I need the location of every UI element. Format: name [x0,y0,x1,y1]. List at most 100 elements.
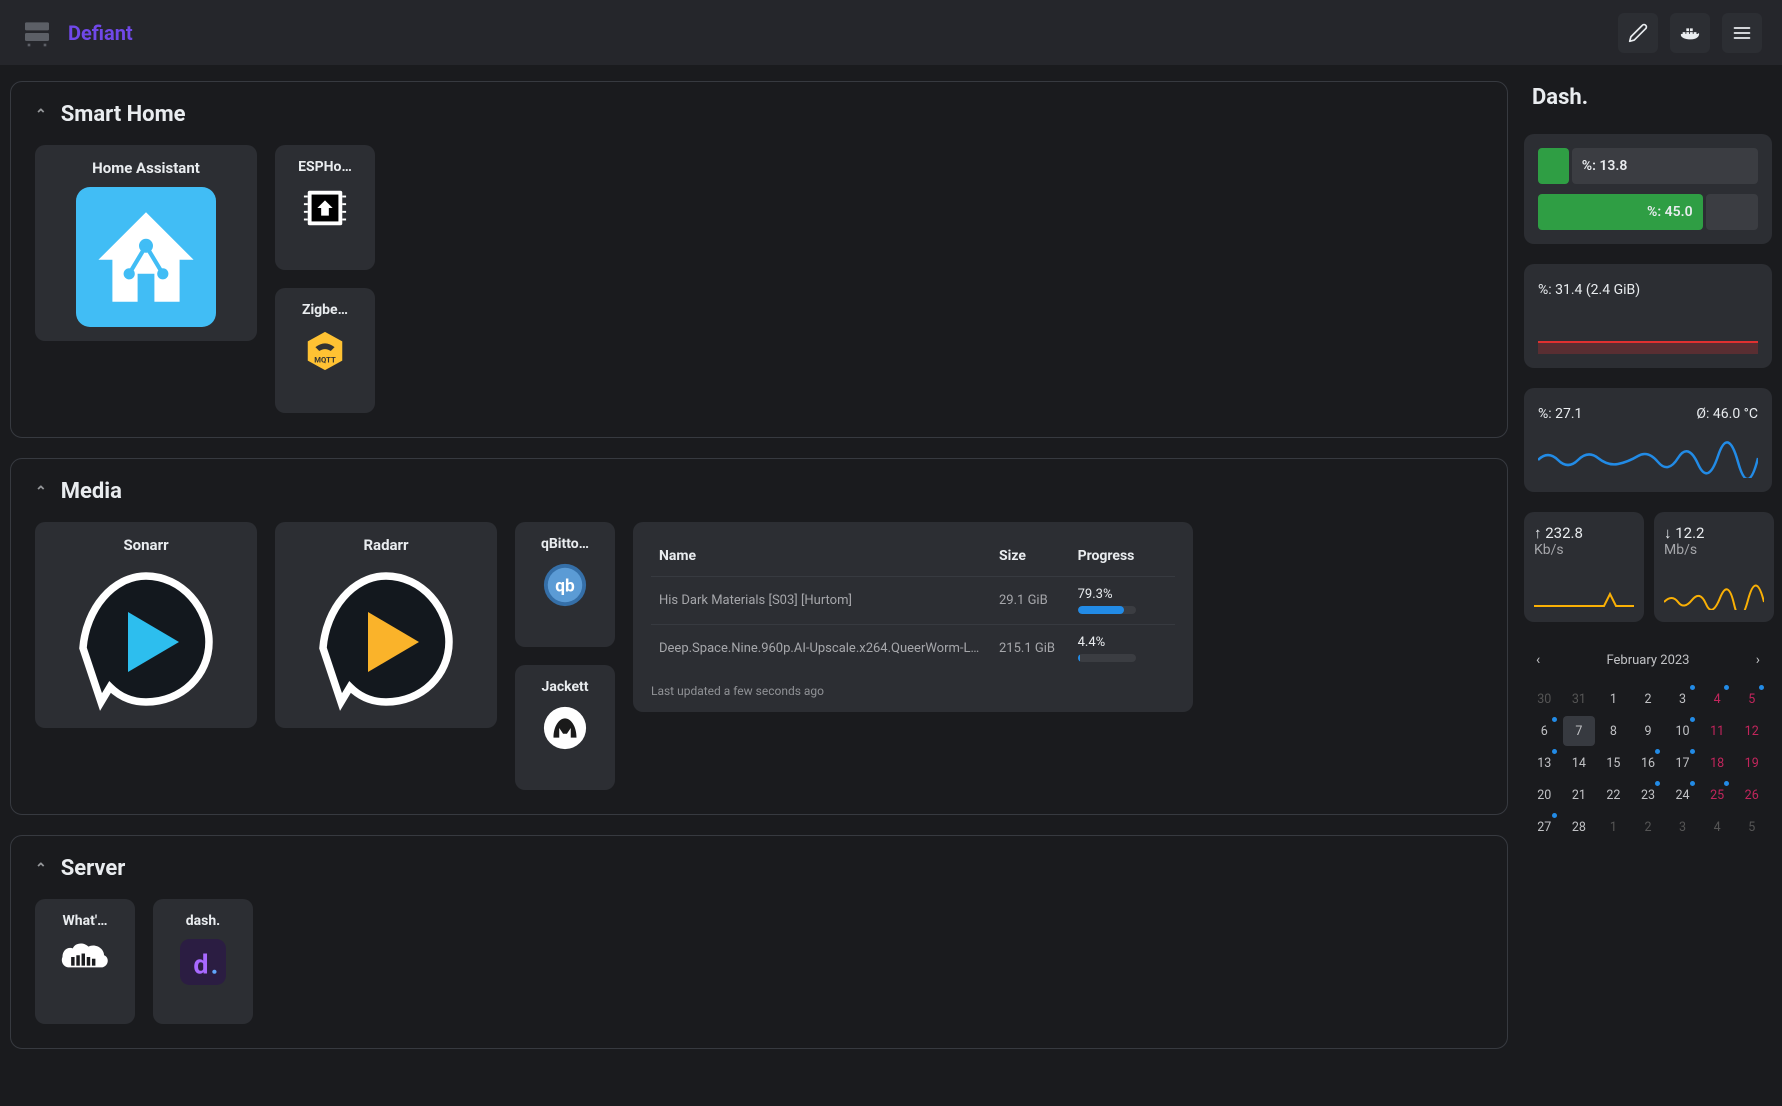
calendar-day[interactable]: 22 [1597,780,1630,810]
dash-title: Dash. [1524,81,1772,114]
calendar-day[interactable]: 26 [1735,780,1768,810]
torrent-name: Deep.Space.Nine.960p.AI-Upscale.x264.Que… [651,625,991,673]
menu-button[interactable] [1722,13,1762,53]
logo-area: Defiant [20,17,133,49]
calendar-day[interactable]: 2 [1632,812,1665,842]
calendar-day[interactable]: 1 [1597,684,1630,714]
svg-text:.: . [211,949,219,981]
topbar: Defiant [0,0,1782,65]
calendar-day[interactable]: 1 [1597,812,1630,842]
calendar-day[interactable]: 23 [1632,780,1665,810]
calendar-day[interactable]: 4 [1701,812,1734,842]
docker-icon [1679,22,1701,44]
calendar-day[interactable]: 31 [1563,684,1596,714]
calendar-day[interactable]: 3 [1666,812,1699,842]
calendar-day[interactable]: 16 [1632,748,1665,778]
calendar-day[interactable]: 7 [1563,716,1596,746]
calendar-day[interactable]: 2 [1632,684,1665,714]
gauge-disk-1: %: 13.8 [1538,148,1758,184]
app-qbittorrent[interactable]: qBitto… qb [515,522,615,647]
section-title: Smart Home [61,102,186,127]
calendar-widget: ‹ February 2023 › 3031123456789101112131… [1524,642,1772,842]
jackett-icon [542,705,588,751]
section-title: Server [61,856,126,881]
cpu-pct: %: 27.1 [1538,402,1582,430]
section-server: ⌃ Server What'… dash. [10,835,1508,1049]
app-home-assistant[interactable]: Home Assistant [35,145,257,341]
app-zigbee2mqtt[interactable]: Zigbe… MQTT [275,288,375,413]
section-media: ⌃ Media Sonarr Radarr [10,458,1508,815]
net-up-spark [1534,574,1634,610]
calendar-day[interactable]: 18 [1701,748,1734,778]
calendar-day[interactable]: 13 [1528,748,1561,778]
calendar-day[interactable]: 5 [1735,812,1768,842]
torrent-progress: 4.4% [1070,625,1175,673]
calendar-day[interactable]: 4 [1701,684,1734,714]
torrent-size: 29.1 GiB [991,577,1070,625]
app-label: Zigbe… [289,302,361,318]
memory-spark [1538,306,1758,354]
whatsup-icon [59,939,111,975]
torrent-size: 215.1 GiB [991,625,1070,673]
calendar-day[interactable]: 3 [1666,684,1699,714]
edit-button[interactable] [1618,13,1658,53]
svg-text:d: d [193,949,208,981]
last-updated: Last updated a few seconds ago [651,672,1175,698]
calendar-day[interactable]: 21 [1563,780,1596,810]
app-esphome[interactable]: ESPHo… [275,145,375,270]
calendar-day[interactable]: 25 [1701,780,1734,810]
torrent-progress: 79.3% [1070,577,1175,625]
arrow-up-icon: ↑ [1534,524,1542,542]
sonarr-icon [71,564,221,714]
radarr-icon [311,564,461,714]
app-whatsup[interactable]: What'… [35,899,135,1024]
app-dash[interactable]: dash. d . [153,899,253,1024]
torrent-row[interactable]: His Dark Materials [S03] [Hurtom] 29.1 G… [651,577,1175,625]
calendar-day[interactable]: 14 [1563,748,1596,778]
right-sidebar: Dash. %: 13.8 %: 45.0 %: 31.4 (2.4 GiB) … [1524,81,1772,842]
calendar-day[interactable]: 17 [1666,748,1699,778]
zigbee-icon: MQTT [302,328,348,374]
calendar-day[interactable]: 12 [1735,716,1768,746]
calendar-day[interactable]: 30 [1528,684,1561,714]
calendar-day[interactable]: 27 [1528,812,1561,842]
app-jackett[interactable]: Jackett [515,665,615,790]
calendar-day[interactable]: 20 [1528,780,1561,810]
docker-button[interactable] [1670,13,1710,53]
network-up-widget: ↑ 232.8 Kb/s [1524,512,1644,622]
calendar-day[interactable]: 19 [1735,748,1768,778]
calendar-day[interactable]: 11 [1701,716,1734,746]
chevron-down-icon[interactable]: ⌃ [35,107,47,123]
pencil-icon [1628,23,1648,43]
calendar-month: February 2023 [1606,653,1689,668]
torrent-widget: Name Size Progress His Dark Materials [S… [633,522,1193,712]
app-label: ESPHo… [289,159,361,175]
calendar-next[interactable]: › [1752,648,1764,672]
app-sonarr[interactable]: Sonarr [35,522,257,728]
qbittorrent-icon: qb [542,562,588,608]
esphome-icon [302,185,348,231]
calendar-day[interactable]: 24 [1666,780,1699,810]
section-title: Media [61,479,122,504]
server-icon [20,17,54,49]
chevron-down-icon[interactable]: ⌃ [35,484,47,500]
calendar-day[interactable]: 9 [1632,716,1665,746]
calendar-day[interactable]: 8 [1597,716,1630,746]
network-down-widget: ↓ 12.2 Mb/s [1654,512,1774,622]
brand-name[interactable]: Defiant [68,21,133,45]
arrow-down-icon: ↓ [1664,524,1672,542]
svg-text:MQTT: MQTT [314,356,336,365]
app-radarr[interactable]: Radarr [275,522,497,728]
cpu-widget: %: 27.1 Ø: 46.0 °C [1524,388,1772,492]
calendar-prev[interactable]: ‹ [1532,648,1544,672]
calendar-day[interactable]: 10 [1666,716,1699,746]
calendar-day[interactable]: 15 [1597,748,1630,778]
torrent-name: His Dark Materials [S03] [Hurtom] [651,577,991,625]
torrent-row[interactable]: Deep.Space.Nine.960p.AI-Upscale.x264.Que… [651,625,1175,673]
col-size: Size [991,536,1070,577]
calendar-day[interactable]: 6 [1528,716,1561,746]
chevron-down-icon[interactable]: ⌃ [35,861,47,877]
svg-text:qb: qb [555,577,575,597]
calendar-day[interactable]: 5 [1735,684,1768,714]
calendar-day[interactable]: 28 [1563,812,1596,842]
